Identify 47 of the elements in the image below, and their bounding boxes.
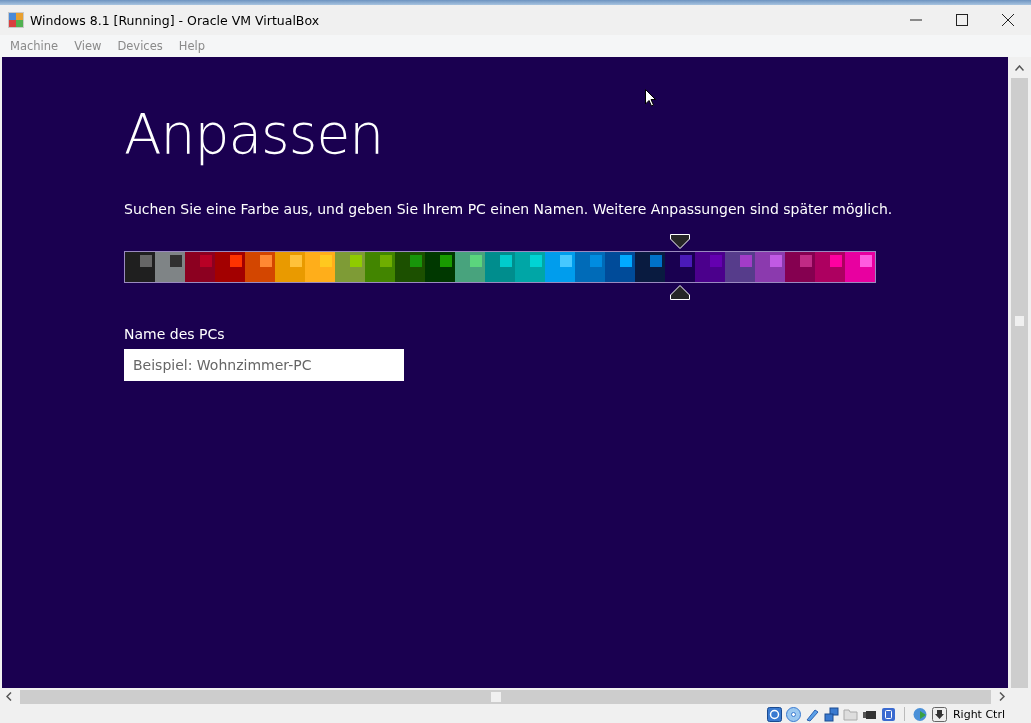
- host-key-label: Right Ctrl: [952, 707, 1005, 721]
- app-icon: [8, 12, 24, 28]
- field-label: Name des PCs: [124, 326, 226, 342]
- menu-item[interactable]: View: [74, 39, 102, 53]
- color-swatch[interactable]: [575, 251, 605, 283]
- network-icon[interactable]: [823, 706, 839, 722]
- color-swatch[interactable]: [785, 251, 815, 283]
- color-swatch[interactable]: [425, 251, 455, 283]
- close-icon[interactable]: [1002, 14, 1014, 26]
- scroll-thumb[interactable]: [1014, 316, 1024, 326]
- cursor-icon: [645, 89, 656, 107]
- maximize-icon[interactable]: [956, 14, 968, 26]
- menu-item[interactable]: Help: [178, 39, 205, 53]
- color-swatch[interactable]: [365, 251, 395, 283]
- color-swatch[interactable]: [455, 251, 485, 283]
- color-swatch[interactable]: [755, 251, 785, 283]
- menu-item[interactable]: Machine: [10, 39, 59, 53]
- color-swatch[interactable]: [185, 251, 215, 283]
- color-swatch[interactable]: [815, 251, 845, 283]
- page-heading: Anpassen: [124, 101, 385, 167]
- color-swatch[interactable]: [245, 251, 275, 283]
- color-swatch[interactable]: [155, 251, 185, 283]
- color-swatch[interactable]: [124, 251, 155, 283]
- disk-icon[interactable]: [766, 706, 782, 722]
- color-swatch[interactable]: [485, 251, 515, 283]
- color-swatch[interactable]: [665, 251, 695, 283]
- color-swatch[interactable]: [215, 251, 245, 283]
- color-swatch[interactable]: [635, 251, 665, 283]
- pc-name-field[interactable]: Beispiel: Wohnzimmer-PC: [124, 349, 404, 381]
- scroll-right-icon[interactable]: [999, 692, 1005, 701]
- color-swatch[interactable]: [845, 251, 876, 283]
- color-swatch[interactable]: [725, 251, 755, 283]
- color-swatch[interactable]: [335, 251, 365, 283]
- color-swatch[interactable]: [695, 251, 725, 283]
- menu-item[interactable]: Devices: [117, 39, 163, 53]
- description-text: Suchen Sie eine Farbe aus, und geben Sie Ihrem PC einen Namen. Weitere Anpassungen sind später möglich.: [124, 201, 894, 217]
- scroll-left-icon[interactable]: [6, 692, 12, 701]
- down-arrow-icon[interactable]: [931, 706, 947, 722]
- scroll-thumb[interactable]: [491, 691, 501, 702]
- color-swatch[interactable]: [515, 251, 545, 283]
- color-swatch[interactable]: [605, 251, 635, 283]
- color-swatch[interactable]: [305, 251, 335, 283]
- color-swatch[interactable]: [275, 251, 305, 283]
- color-swatch[interactable]: [545, 251, 575, 283]
- color-swatch[interactable]: [395, 251, 425, 283]
- scroll-up-icon[interactable]: [1014, 65, 1024, 71]
- window-title: Windows 8.1 [Running] - Oracle VM VirtualBox: [30, 12, 320, 28]
